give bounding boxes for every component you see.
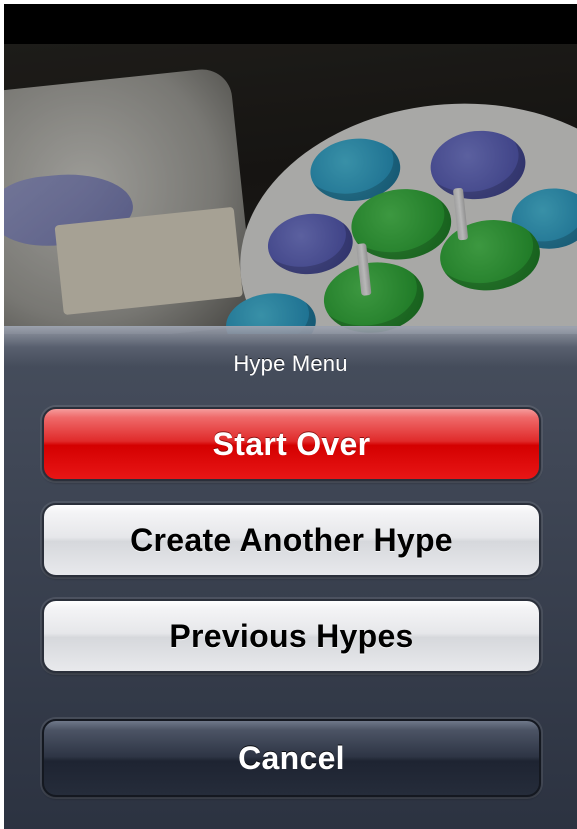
start-over-label: Start Over [212,425,371,462]
create-another-hype-label: Create Another Hype [130,521,453,558]
previous-hypes-label: Previous Hypes [169,617,414,654]
cancel-button[interactable]: Cancel [42,719,541,797]
action-sheet-title: Hype Menu [233,351,348,376]
screen: Hype Menu Start Over Create Another Hype… [4,4,577,829]
start-over-button[interactable]: Start Over [42,407,541,481]
photo-dim-overlay [4,4,577,334]
photo-black-edge [4,4,577,44]
cancel-label: Cancel [238,739,345,776]
previous-hypes-button[interactable]: Previous Hypes [42,599,541,673]
background-photo [4,4,577,334]
create-another-hype-button[interactable]: Create Another Hype [42,503,541,577]
action-sheet: Hype Menu Start Over Create Another Hype… [4,326,577,829]
